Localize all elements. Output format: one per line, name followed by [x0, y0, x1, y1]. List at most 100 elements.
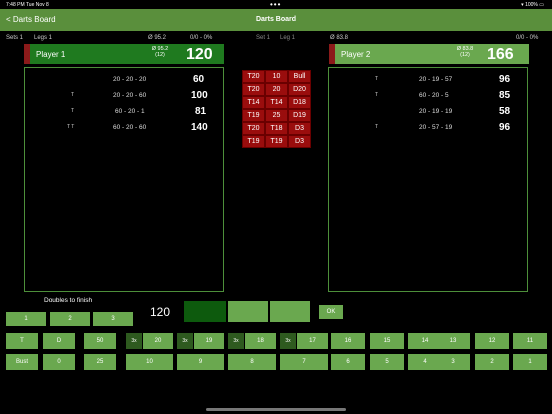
- player1-throws-panel: 20 - 20 - 20 60 T 20 - 20 - 60 100 T 60 …: [24, 67, 224, 292]
- key-11[interactable]: 11: [513, 333, 547, 349]
- checkout-cell: D3: [288, 122, 311, 135]
- checkout-cell: 10: [265, 70, 288, 83]
- table-row: T 20 - 20 - 60 100: [25, 88, 223, 104]
- triple-shortcut-20[interactable]: 3x: [126, 333, 142, 349]
- checkout-cell: T14: [265, 96, 288, 109]
- double-button[interactable]: D: [43, 333, 75, 349]
- fifty-button[interactable]: 50: [84, 333, 116, 349]
- player2-score: 166: [487, 46, 514, 63]
- table-row: 20 - 19 - 19 58: [329, 104, 527, 120]
- dart-entry-1[interactable]: [184, 301, 226, 322]
- triple-button[interactable]: T: [6, 333, 38, 349]
- throw-darts: 20 - 57 - 19: [419, 124, 453, 131]
- sets-label: Sets 1: [6, 35, 24, 41]
- checkout-cell: 25: [265, 109, 288, 122]
- entry-value: 120: [150, 305, 171, 319]
- nav-bar: < Darts Board Darts Board: [0, 9, 552, 31]
- key-6[interactable]: 6: [331, 354, 365, 370]
- twentyfive-button[interactable]: 25: [84, 354, 116, 370]
- player1-bar[interactable]: Player 1 Ø 95.2 (12) 120: [30, 44, 224, 64]
- throw-darts: 20 - 20 - 20: [113, 76, 147, 83]
- checkout-cell: T20: [242, 83, 265, 96]
- key-16[interactable]: 16: [331, 333, 365, 349]
- status-battery: ▾ 100% ▭: [521, 2, 544, 8]
- throw-points: 85: [499, 90, 511, 101]
- key-19[interactable]: 19: [194, 333, 224, 349]
- throw-points: 100: [191, 90, 208, 101]
- dart-entry-3[interactable]: [270, 301, 310, 322]
- triple-marker: T: [71, 92, 75, 98]
- doubles-label: Doubles to finish: [44, 297, 93, 304]
- player2-avg: Ø 83.8 (12): [456, 46, 474, 58]
- table-row: T T 60 - 20 - 60 140: [25, 120, 223, 136]
- key-13[interactable]: 13: [436, 333, 470, 349]
- throw-points: 96: [499, 122, 511, 133]
- throw-darts: 60 - 20 - 1: [115, 108, 145, 115]
- key-5[interactable]: 5: [370, 354, 404, 370]
- player1-name: Player 1: [36, 50, 66, 59]
- checkout-suggestions: T20 10 Bull T20 20 D20 T14 T14 D18 T19 2…: [242, 70, 311, 148]
- table-row: T 20 - 57 - 19 96: [329, 120, 527, 136]
- doubles-option-1[interactable]: 1: [6, 312, 46, 326]
- doubles-option-2[interactable]: 2: [50, 312, 90, 326]
- checkout-cell: D3: [288, 135, 311, 148]
- throw-points: 96: [499, 74, 511, 85]
- p1-avg-top: Ø 95.2: [148, 35, 167, 41]
- player1-score: 120: [186, 46, 213, 63]
- doubles-option-3[interactable]: 3: [93, 312, 133, 326]
- checkout-cell: T19: [242, 135, 265, 148]
- ok-button[interactable]: OK: [319, 305, 343, 319]
- triple-shortcut-18[interactable]: 3x: [228, 333, 244, 349]
- key-18[interactable]: 18: [245, 333, 276, 349]
- throw-points: 58: [499, 106, 511, 117]
- status-more-dots: •••: [270, 0, 282, 9]
- bust-button[interactable]: Bust: [6, 354, 38, 370]
- table-row: 20 - 20 - 20 60: [25, 72, 223, 88]
- checkout-cell: T18: [265, 122, 288, 135]
- home-indicator: [206, 408, 346, 411]
- throw-darts: 20 - 19 - 57: [419, 76, 453, 83]
- page-title: Darts Board: [255, 16, 297, 23]
- checkout-cell: D19: [288, 109, 311, 122]
- player2-throws-panel: T 20 - 19 - 57 96 T 60 - 20 - 5 85 20 - …: [328, 67, 528, 292]
- leg-mid-label: Leg 1: [280, 35, 296, 41]
- key-8[interactable]: 8: [228, 354, 276, 370]
- key-3[interactable]: 3: [436, 354, 470, 370]
- dart-entry-2[interactable]: [228, 301, 268, 322]
- checkout-cell: T20: [242, 70, 265, 83]
- key-10[interactable]: 10: [126, 354, 173, 370]
- throw-points: 81: [195, 106, 207, 117]
- key-0[interactable]: 0: [43, 354, 75, 370]
- checkout-cell: T14: [242, 96, 265, 109]
- key-12[interactable]: 12: [475, 333, 509, 349]
- triple-shortcut-19[interactable]: 3x: [177, 333, 193, 349]
- throw-darts: 60 - 20 - 60: [113, 124, 147, 131]
- checkout-cell: Bull: [288, 70, 311, 83]
- p2-dart-stats: 0/0 - 0%: [516, 35, 539, 41]
- triple-marker: T: [375, 92, 379, 98]
- key-15[interactable]: 15: [370, 333, 404, 349]
- triple-marker: T T: [67, 124, 75, 130]
- table-row: T 60 - 20 - 1 81: [25, 104, 223, 120]
- key-2[interactable]: 2: [475, 354, 509, 370]
- triple-shortcut-17[interactable]: 3x: [280, 333, 296, 349]
- player2-bar[interactable]: Player 2 Ø 83.8 (12) 166: [335, 44, 529, 64]
- checkout-cell: D20: [288, 83, 311, 96]
- checkout-cell: D18: [288, 96, 311, 109]
- key-17[interactable]: 17: [297, 333, 328, 349]
- player1-avg: Ø 95.2 (12): [151, 46, 169, 58]
- key-7[interactable]: 7: [280, 354, 328, 370]
- throw-darts: 20 - 19 - 19: [419, 108, 453, 115]
- throw-points: 140: [191, 122, 208, 133]
- set-mid-label: Set 1: [256, 35, 271, 41]
- checkout-cell: T20: [242, 122, 265, 135]
- checkout-cell: 20: [265, 83, 288, 96]
- key-1[interactable]: 1: [513, 354, 547, 370]
- throw-points: 60: [193, 74, 205, 85]
- p1-dart-stats: 0/0 - 0%: [190, 35, 213, 41]
- key-9[interactable]: 9: [177, 354, 224, 370]
- key-20[interactable]: 20: [143, 333, 173, 349]
- table-row: T 20 - 19 - 57 96: [329, 72, 527, 88]
- player2-name: Player 2: [341, 50, 371, 59]
- throw-darts: 20 - 20 - 60: [113, 92, 147, 99]
